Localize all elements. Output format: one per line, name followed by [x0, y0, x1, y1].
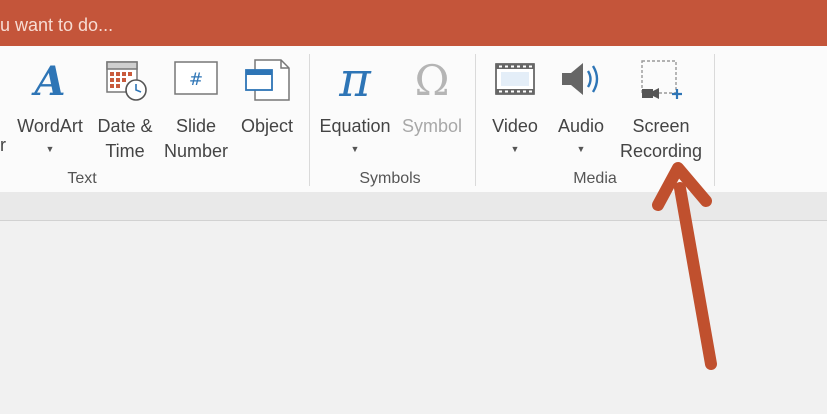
audio-button[interactable]: Audio ▼ — [548, 52, 614, 172]
group-label-text: Text — [67, 170, 97, 187]
equation-dropdown-caret[interactable]: ▼ — [351, 144, 360, 154]
slide-number-icon: # — [173, 58, 219, 103]
wordart-button[interactable]: A WordArt ▼ — [12, 52, 88, 172]
group-separator — [309, 54, 310, 186]
screen-recording-button[interactable]: Screen Recording — [614, 52, 708, 172]
audio-label: Audio — [557, 116, 605, 136]
screen-recording-icon — [636, 58, 686, 109]
video-dropdown-caret[interactable]: ▼ — [511, 144, 520, 154]
svg-text:Ω: Ω — [415, 58, 450, 102]
group-label-symbols: Symbols — [359, 170, 421, 187]
svg-text:A: A — [30, 58, 65, 100]
object-label: Object — [240, 116, 294, 136]
wordart-label: WordArt — [17, 116, 83, 136]
pi-icon: π — [333, 52, 377, 108]
title-bar: u want to do... — [0, 0, 827, 46]
screen-recording-label: Screen Recording — [619, 116, 703, 161]
omega-icon: Ω — [410, 56, 454, 107]
group-label-media: Media — [573, 170, 617, 187]
date-time-button[interactable]: Date & Time — [90, 52, 160, 172]
object-icon — [243, 58, 291, 107]
object-button[interactable]: Object — [232, 52, 302, 172]
slide-number-button[interactable]: # Slide Number — [160, 52, 232, 172]
group-separator — [475, 54, 476, 186]
ruler-strip — [0, 192, 827, 221]
video-button[interactable]: Video ▼ — [482, 52, 548, 172]
svg-text:π: π — [338, 58, 372, 102]
wordart-icon: A — [30, 58, 70, 105]
equation-button[interactable]: π Equation ▼ — [314, 52, 396, 172]
tell-me-search[interactable]: u want to do... — [0, 15, 113, 36]
wordart-dropdown-caret[interactable]: ▼ — [46, 144, 55, 154]
audio-dropdown-caret[interactable]: ▼ — [577, 144, 586, 154]
symbol-button[interactable]: Ω Symbol — [398, 52, 466, 172]
speaker-icon — [558, 58, 604, 105]
truncated-label: r — [0, 135, 6, 155]
svg-text:#: # — [189, 70, 203, 90]
slide-canvas-area — [0, 221, 827, 414]
calendar-clock-icon — [101, 58, 149, 107]
equation-label: Equation — [319, 116, 391, 136]
video-label: Video — [492, 116, 538, 136]
film-icon — [494, 58, 536, 103]
slide-number-label: Slide Number — [163, 116, 229, 161]
symbol-label: Symbol — [401, 116, 463, 136]
group-separator — [714, 54, 715, 186]
date-time-label: Date & Time — [97, 116, 153, 161]
